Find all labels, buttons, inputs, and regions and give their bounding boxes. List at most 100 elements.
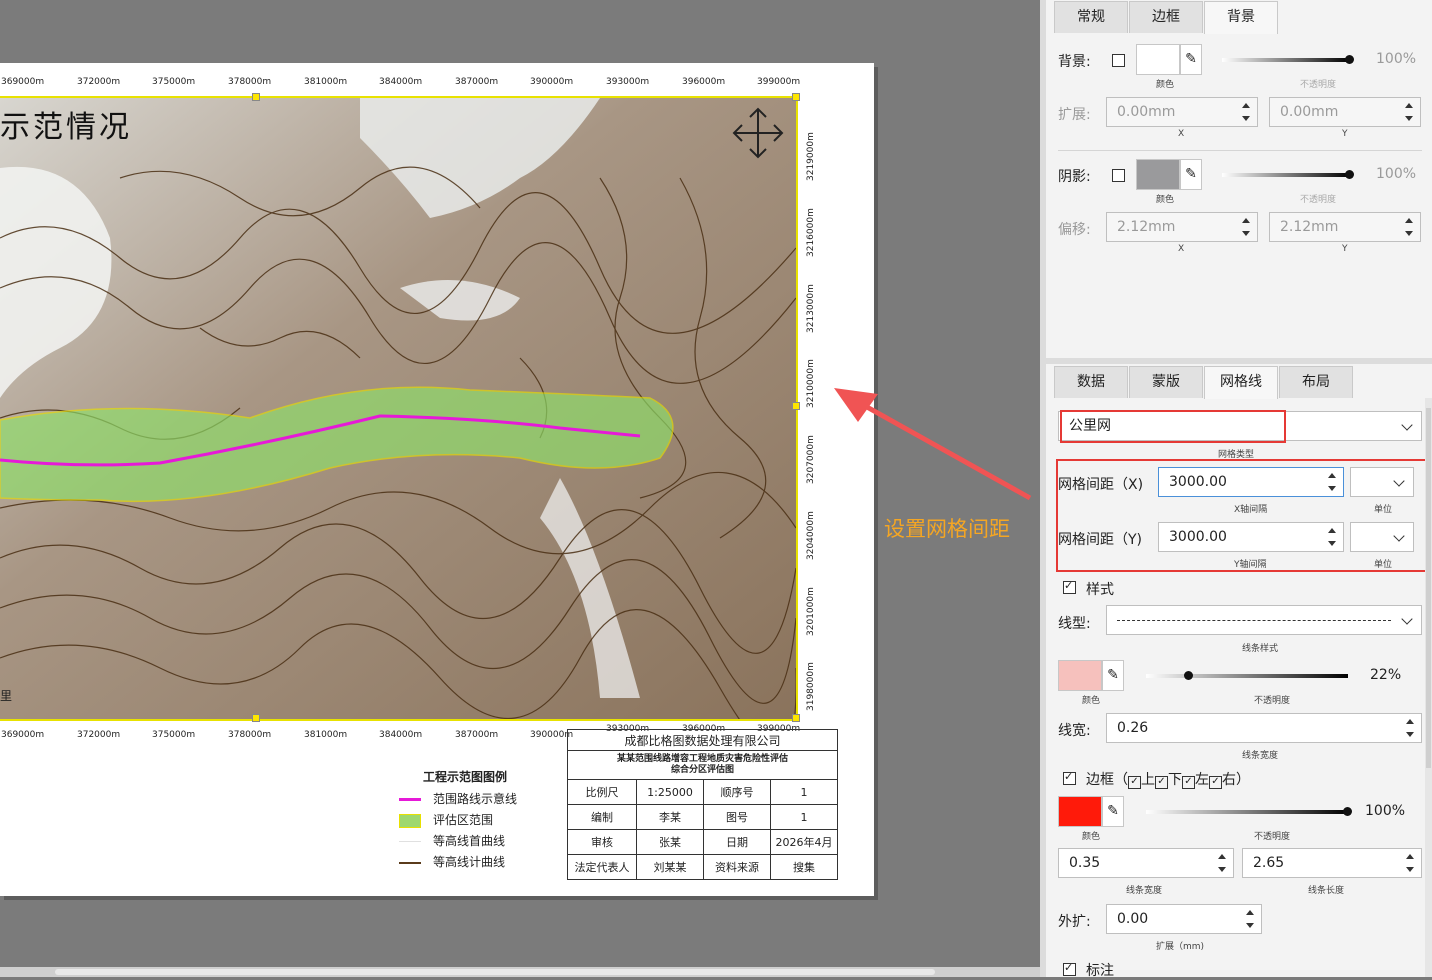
resize-handle[interactable] [252,714,260,722]
spinner-icon[interactable] [1242,218,1251,236]
style-checkbox[interactable] [1063,579,1076,594]
project-subtitle: 综合分区评估图 [670,765,734,775]
resize-handle[interactable] [792,93,800,101]
scrollbar-thumb[interactable] [55,969,935,975]
bottom-tick-label: 387000m [455,730,499,740]
tab-border[interactable]: 边框 [1129,1,1203,33]
title-block-table[interactable]: 成都比格图数据处理有限公司 某某范围线路增容工程地质灾害危险性评估 综合分区评估图… [567,729,838,880]
bottom-tick-label: 378000m [228,730,272,740]
line-type-select[interactable] [1106,605,1422,635]
legend-item: 范围路线示意线 [399,790,517,808]
right-tick-label: 3210000m [806,359,816,408]
line-color-swatch[interactable] [1058,660,1102,691]
border-width-input[interactable]: 0.35 [1058,848,1234,878]
shadow-checkbox[interactable] [1112,169,1125,182]
offset-x-input[interactable]: 2.12mm [1106,212,1258,242]
table-cell: 审核 [567,829,637,855]
line-width-input[interactable]: 0.26 [1106,713,1422,743]
scrollbar-thumb[interactable] [1426,408,1431,768]
map-frame[interactable]: 示范情况 [0,96,798,721]
table-cell: 1 [770,804,838,830]
x-caption: X [1178,129,1185,139]
border-side-label: 上 [1141,772,1155,788]
x-caption: X [1178,244,1185,254]
table-cell: 刘某某 [636,854,704,880]
color-caption: 颜色 [1156,80,1175,90]
legend-swatch [399,861,421,864]
resize-handle[interactable] [252,93,260,101]
spinner-icon[interactable] [1406,719,1415,737]
spinner-icon[interactable] [1405,103,1414,121]
expand-x-input[interactable]: 0.00mm [1106,97,1258,127]
background-color-swatch[interactable] [1136,44,1180,75]
tab-data[interactable]: 数据 [1054,366,1128,398]
tab-layout[interactable]: 布局 [1279,366,1353,398]
panel-splitter[interactable] [1046,358,1432,364]
annotation-checkbox[interactable] [1063,961,1076,976]
eyedropper-icon[interactable]: ✎ [1102,660,1124,691]
spinner-icon[interactable] [1246,910,1255,928]
tab-background[interactable]: 背景 [1204,1,1278,34]
top-tick-label: 375000m [152,77,196,87]
outset-input[interactable]: 0.00 [1106,904,1262,934]
bottom-tick-label: 375000m [152,730,196,740]
background-checkbox[interactable] [1112,54,1125,67]
offset-label: 偏移: [1058,222,1091,238]
color-caption: 颜色 [1082,696,1101,706]
border-length-input[interactable]: 2.65 [1242,848,1422,878]
panel-scrollbar[interactable] [1425,398,1432,977]
shadow-opacity-slider[interactable] [1212,160,1360,190]
terrain-map [0,98,796,719]
shadow-color-swatch[interactable] [1136,159,1180,190]
chevron-down-icon [1401,419,1413,431]
legend-label: 等高线计曲线 [433,855,506,869]
legend-title: 工程示范图图例 [423,770,508,784]
background-opacity-value: 100% [1376,51,1417,67]
horizontal-scrollbar[interactable] [0,967,1040,977]
border-top-checkbox[interactable]: ✓ [1128,776,1141,789]
offset-x-value: 2.12mm [1117,219,1176,235]
table-cell: 比例尺 [567,779,637,805]
layout-canvas[interactable]: 369000m 372000m 375000m 378000m 381000m … [0,0,1040,977]
expand-y-input[interactable]: 0.00mm [1269,97,1421,127]
spinner-icon[interactable] [1242,103,1251,121]
border-opacity-slider[interactable] [1136,797,1358,827]
offset-y-input[interactable]: 2.12mm [1269,212,1421,242]
tab-gridlines[interactable]: 网格线 [1204,366,1278,399]
dashed-line-preview [1117,620,1391,621]
eyedropper-icon[interactable]: ✎ [1102,796,1124,827]
resize-handle[interactable] [792,714,800,722]
right-tick-label: 3219000m [806,132,816,181]
background-opacity-slider[interactable] [1212,45,1360,75]
map-paper[interactable]: 369000m 372000m 375000m 378000m 381000m … [0,63,874,896]
opacity-caption: 不透明度 [1300,80,1337,90]
legend-label: 评估区范围 [433,813,494,827]
eyedropper-icon[interactable]: ✎ [1180,159,1202,190]
project-cell: 某某范围线路增容工程地质灾害危险性评估 综合分区评估图 [567,750,838,780]
shadow-opacity-value: 100% [1376,166,1417,182]
line-width-caption: 线条宽度 [1242,751,1279,761]
border-opacity-value: 100% [1365,803,1406,819]
spinner-icon[interactable] [1405,218,1414,236]
tab-general[interactable]: 常规 [1054,1,1128,33]
border-label-group: 边框（ ✓ 上 ✓ 下 ✓ 左 ✓ 右） [1086,772,1250,789]
border-checkbox[interactable] [1063,770,1076,785]
offset-y-value: 2.12mm [1280,219,1339,235]
border-label: 边框 [1086,772,1114,788]
spinner-icon[interactable] [1218,854,1227,872]
border-left-checkbox[interactable]: ✓ [1182,776,1195,789]
border-right-checkbox[interactable]: ✓ [1209,776,1222,789]
line-opacity-slider[interactable] [1136,661,1358,691]
tab-mask[interactable]: 蒙版 [1129,366,1203,398]
chevron-down-icon [1401,613,1413,625]
opacity-caption: 不透明度 [1300,195,1337,205]
eyedropper-icon[interactable]: ✎ [1180,44,1202,75]
border-width-value: 0.35 [1069,855,1101,871]
border-bottom-checkbox[interactable]: ✓ [1155,776,1168,789]
right-tick-label: 3204000m [806,511,816,560]
resize-handle[interactable] [792,402,800,410]
border-color-swatch[interactable] [1058,796,1102,827]
spinner-icon[interactable] [1406,854,1415,872]
right-tick-label: 3201000m [806,587,816,636]
move-icon[interactable] [730,105,786,161]
